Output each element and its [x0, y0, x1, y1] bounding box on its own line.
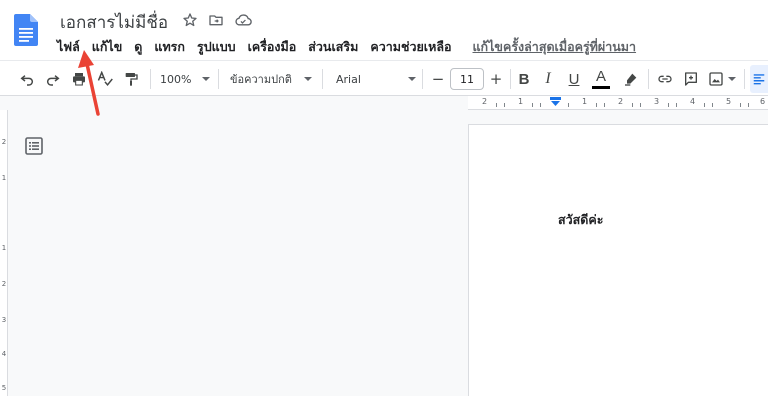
paragraph-style-select[interactable]: ข้อความปกติ	[230, 65, 312, 93]
decrease-font-size-button[interactable]: −	[428, 65, 448, 93]
menu-addons[interactable]: ส่วนเสริม	[303, 37, 363, 57]
ruler-tick	[668, 103, 669, 107]
increase-font-size-button[interactable]: +	[486, 65, 506, 93]
undo-icon[interactable]	[16, 65, 38, 93]
ruler-tick	[676, 103, 677, 107]
italic-button[interactable]: I	[538, 65, 558, 93]
menu-bar: ไฟล์ แก้ไข ดู แทรก รูปแบบ เครื่องมือ ส่ว…	[52, 36, 636, 58]
font-size-input[interactable]: 11	[450, 68, 484, 90]
last-edit-link[interactable]: แก้ไขครั้งล่าสุดเมื่อครู่ที่ผ่านมา	[473, 37, 637, 57]
image-icon[interactable]	[706, 65, 738, 93]
paragraph-style-value: ข้อความปกติ	[230, 73, 292, 86]
toolbar-separator	[218, 69, 219, 89]
text-color-letter: A	[595, 68, 606, 85]
font-value: Arial	[336, 72, 361, 86]
chevron-down-icon	[202, 77, 210, 81]
toolbar-separator	[322, 69, 323, 89]
ruler-label: 1	[1, 174, 7, 182]
highlight-icon[interactable]	[620, 65, 642, 93]
ruler-tick	[640, 103, 641, 107]
ruler-label: 2	[618, 97, 624, 106]
text-color-button[interactable]: A	[590, 65, 612, 93]
document-outline-icon[interactable]	[24, 136, 44, 156]
link-icon[interactable]	[654, 65, 676, 93]
ruler-label: 2	[1, 280, 7, 288]
chevron-down-icon	[728, 77, 736, 81]
menu-format[interactable]: รูปแบบ	[192, 37, 241, 57]
indent-marker-icon[interactable]	[550, 97, 561, 106]
ruler-label: 5	[1, 384, 7, 392]
chevron-down-icon	[304, 77, 312, 81]
ruler-label: 1	[1, 244, 7, 252]
ruler-tick	[712, 103, 713, 107]
align-left-icon[interactable]	[750, 65, 768, 93]
horizontal-ruler[interactable]: 2 1 1 2 3 4 5 6	[468, 96, 768, 110]
zoom-select[interactable]: 100%	[160, 65, 210, 93]
ruler-tick	[532, 103, 533, 107]
google-docs-window: เอกสารไม่มีชื่อ ไฟล์ แก้ไข ดู แทรก รูปแบ…	[0, 0, 768, 396]
menu-insert[interactable]: แทรก	[149, 37, 190, 57]
ruler-tick	[568, 103, 569, 107]
ruler-tick	[748, 103, 749, 107]
chevron-down-icon	[408, 77, 416, 81]
redo-icon[interactable]	[42, 65, 64, 93]
document-title[interactable]: เอกสารไม่มีชื่อ	[60, 9, 168, 36]
move-to-folder-icon[interactable]	[206, 10, 226, 30]
comment-icon[interactable]	[680, 65, 702, 93]
toolbar-separator	[510, 69, 511, 89]
toolbar-separator	[744, 69, 745, 89]
annotation-arrow-icon	[78, 50, 100, 116]
ruler-label: 1	[582, 97, 588, 106]
ruler-tick	[504, 103, 505, 107]
underline-button[interactable]: U	[564, 65, 584, 93]
ruler-label: 2	[1, 138, 7, 146]
star-icon[interactable]	[180, 10, 200, 30]
ruler-tick	[632, 103, 633, 107]
ruler-tick	[496, 103, 497, 107]
ruler-tick	[740, 103, 741, 107]
ruler-label: 3	[654, 97, 660, 106]
zoom-value: 100%	[160, 72, 192, 86]
ruler-label: 4	[690, 97, 696, 106]
ruler-label: 4	[1, 350, 7, 358]
ruler-label: 5	[726, 97, 732, 106]
ruler-tick	[604, 103, 605, 107]
ruler-label: 6	[760, 97, 766, 106]
ruler-tick	[596, 103, 597, 107]
paint-format-icon[interactable]	[120, 65, 142, 93]
menu-help[interactable]: ความช่วยเหลือ	[365, 37, 456, 57]
document-page[interactable]	[468, 124, 768, 396]
menu-tools[interactable]: เครื่องมือ	[243, 37, 302, 57]
toolbar-separator	[150, 69, 151, 89]
vertical-ruler[interactable]: 2 1 1 2 3 4 5	[0, 110, 8, 396]
menu-view[interactable]: ดู	[129, 37, 147, 57]
document-body-text[interactable]: สวัสดีค่ะ	[558, 210, 603, 230]
ruler-label: 2	[482, 97, 488, 106]
bold-button[interactable]: B	[514, 65, 534, 93]
cloud-status-icon[interactable]	[233, 10, 253, 30]
ruler-tick	[540, 103, 541, 107]
font-select[interactable]: Arial	[336, 65, 416, 93]
toolbar-separator	[648, 69, 649, 89]
ruler-label: 3	[1, 316, 7, 324]
ruler-label: 1	[518, 97, 524, 106]
docs-logo-icon[interactable]	[14, 14, 38, 46]
toolbar-separator	[422, 69, 423, 89]
ruler-tick	[704, 103, 705, 107]
text-color-swatch	[592, 86, 610, 89]
